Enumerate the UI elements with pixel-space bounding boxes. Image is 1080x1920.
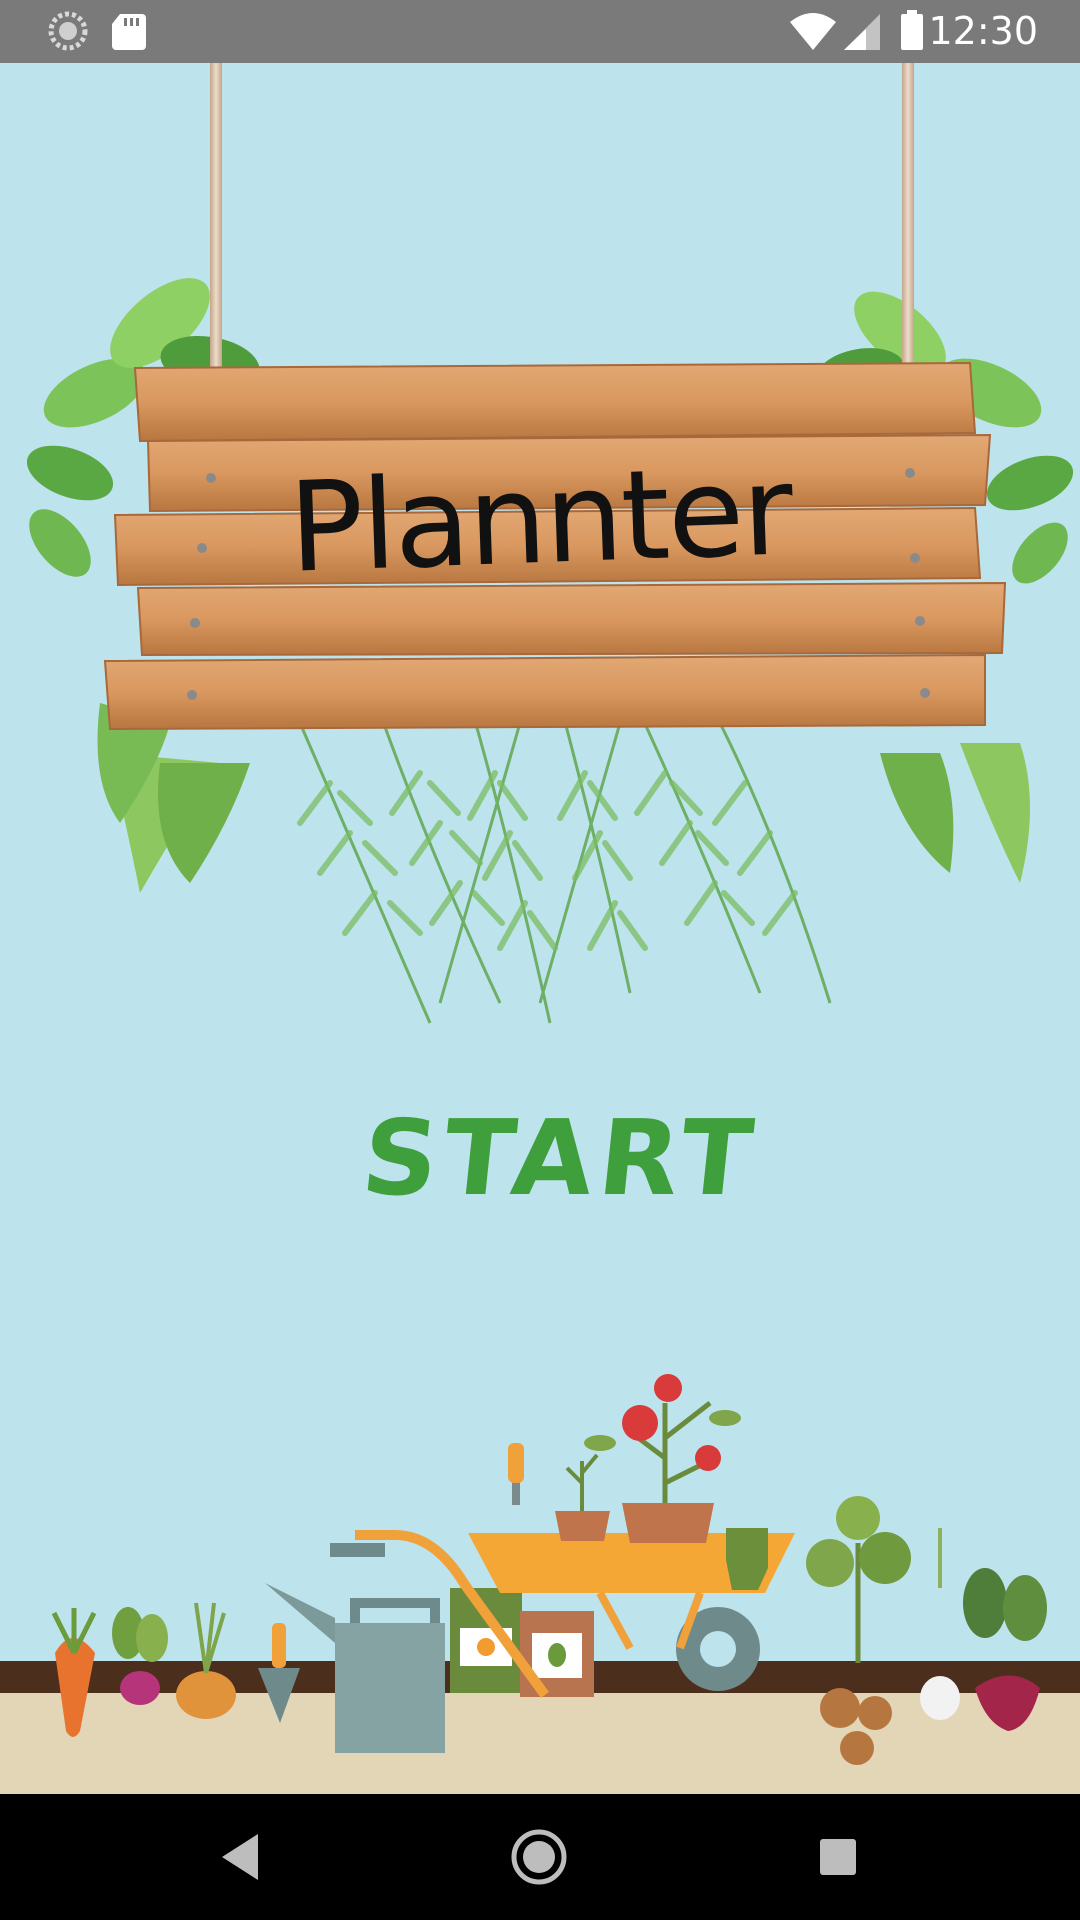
carrot-illustration <box>51 1608 97 1737</box>
garlic-illustration <box>920 1528 960 1720</box>
tomato-plant-illustration <box>555 1374 741 1543</box>
back-icon[interactable] <box>208 1824 274 1890</box>
loading-circle-icon <box>48 11 88 51</box>
status-bar: 12:30 <box>0 0 1080 63</box>
garden-illustration <box>51 1374 1047 1765</box>
sd-card-icon <box>112 14 146 50</box>
status-icons <box>48 10 923 51</box>
clock: 12:30 <box>928 9 1038 53</box>
home-icon[interactable] <box>506 1824 572 1890</box>
gloves-illustration <box>726 1528 768 1590</box>
beet-illustration <box>963 1568 1047 1731</box>
home-screen: Plannter START <box>0 63 1080 1794</box>
cell-signal-icon <box>844 14 880 50</box>
wifi-icon <box>790 13 836 50</box>
potato-plant-illustration <box>806 1496 911 1765</box>
recents-icon[interactable] <box>805 1824 871 1890</box>
app-screen: 12:30 Plannter START <box>0 0 1080 1920</box>
onion-illustration <box>176 1602 236 1719</box>
trowel-illustration <box>258 1623 300 1723</box>
watering-can-illustration <box>265 1543 445 1753</box>
navigation-bar <box>0 1794 1080 1920</box>
radish-illustration <box>112 1607 168 1705</box>
battery-icon <box>901 10 923 50</box>
